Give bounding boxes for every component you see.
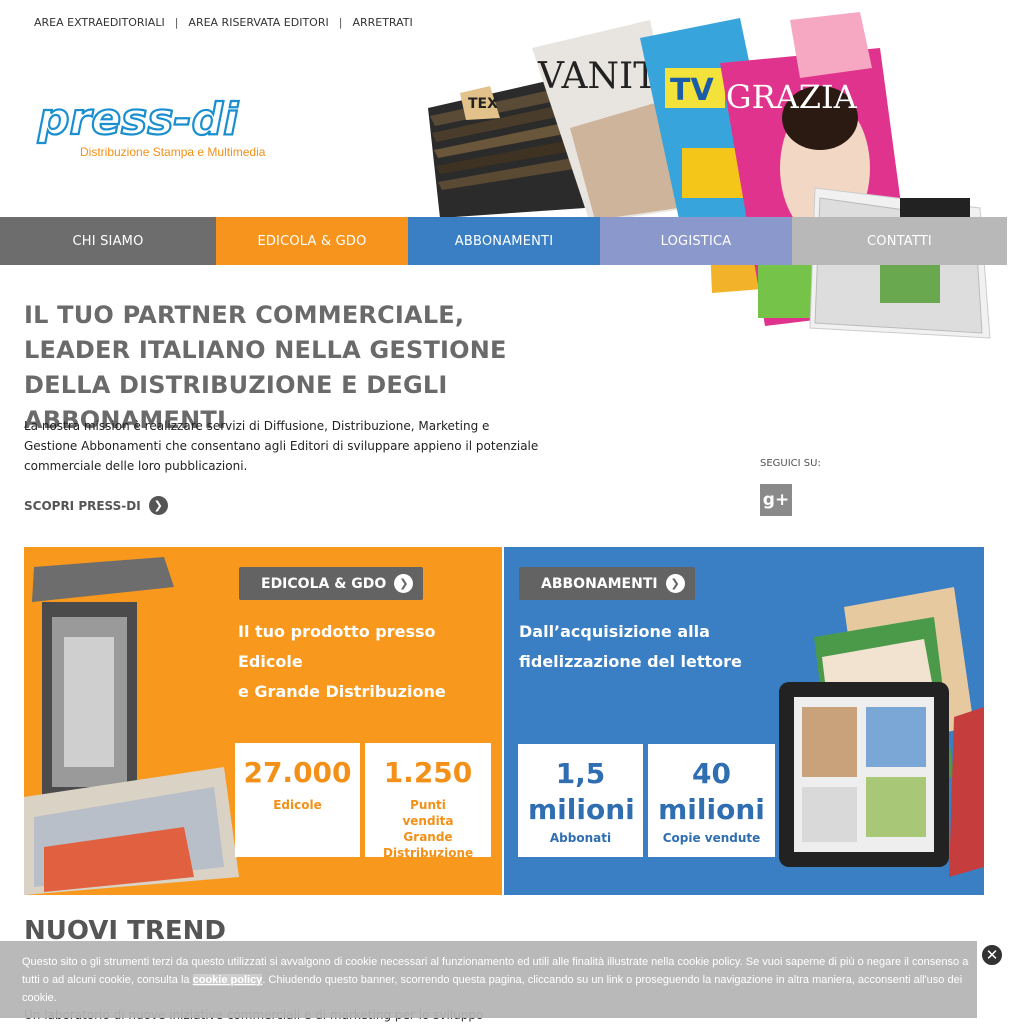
top-links: AREA EXTRAEDITORIALI | AREA RISERVATA ED… [34,16,413,29]
tex-title: TEX [468,96,498,112]
nav-chi-siamo[interactable]: CHI SIAMO [0,217,216,265]
main-nav: CHI SIAMO EDICOLA & GDO ABBONAMENTI LOGI… [0,217,1007,265]
cookie-banner: Questo sito o gli strumenti terzi da que… [0,941,977,1018]
stat-value: 1.250 [383,756,473,789]
edicola-panel: EDICOLA & GDO ❯ Il tuo prodotto presso E… [24,547,502,895]
mission-text: La nostra mission è realizzare servizi d… [24,419,539,473]
scopri-label: SCOPRI PRESS-DI [24,498,141,513]
top-link-arretrati[interactable]: ARRETRATI [352,16,412,29]
arrow-right-icon: ❯ [148,496,168,515]
cookie-policy-link[interactable]: cookie policy [192,974,263,986]
abbonamenti-button[interactable]: ABBONAMENTI ❯ [519,567,695,600]
scopri-press-di-link[interactable]: SCOPRI PRESS-DI ❯ [24,496,168,515]
abbonamenti-panel: ABBONAMENTI ❯ Dall’acquisizione alla fid… [504,547,984,895]
abbonamenti-subtitle: Dall’acquisizione alla fidelizzazione de… [519,617,742,677]
follow-us-label: SEGUICI SU: [760,458,821,469]
stat-abbonati: 1,5 milioni Abbonati [518,744,643,857]
stat-label: Punti vendita Grande Distribuzione [383,798,474,860]
separator: | [338,16,343,29]
stat-punti-vendita: 1.250 Punti vendita Grande Distribuzione [365,743,491,860]
small-magazine [790,12,872,78]
svg-text:TV: TV [670,73,714,108]
abbonamenti-button-label: ABBONAMENTI [541,575,658,592]
kiosk-image [24,547,254,895]
press-di-logo[interactable]: press-di Distribuzione Stampa e Multimed… [36,92,296,162]
stat-edicole: 27.000 Edicole [235,743,360,857]
stat-label: Abbonati [549,831,612,845]
cookie-text: Questo sito o gli strumenti terzi da que… [22,953,970,1007]
abbonamenti-subtitle-line1: Dall’acquisizione alla [519,622,710,641]
stat-value: 27.000 [243,756,352,789]
logo-text-press: press-di [37,94,239,145]
edicola-subtitle-line1: Il tuo prodotto presso Edicole [238,622,436,671]
separator: | [174,16,179,29]
grazia-title: GRAZIA [726,78,858,116]
stat-value: 1,5 milioni [528,757,635,826]
top-link-area-extraeditoriali[interactable]: AREA EXTRAEDITORIALI [34,16,165,29]
nav-logistica[interactable]: LOGISTICA [600,217,792,265]
nav-edicola-gdo[interactable]: EDICOLA & GDO [216,217,408,265]
stat-label: Copie vendute [662,831,761,845]
stat-label: Edicole [273,798,322,812]
edicola-subtitle: Il tuo prodotto presso Edicole e Grande … [238,617,502,707]
close-icon[interactable]: ✕ [980,943,1004,967]
arrow-right-icon: ❯ [665,574,685,593]
nav-abbonamenti[interactable]: ABBONAMENTI [408,217,600,265]
edicola-gdo-button[interactable]: EDICOLA & GDO ❯ [239,567,424,600]
logo-mark: press-di Distribuzione Stampa e Multimed… [36,93,266,159]
logo-tagline: Distribuzione Stampa e Multimedia [80,145,266,159]
stat-value: 40 milioni [658,757,765,826]
stat-copie-vendute: 40 milioni Copie vendute [648,744,775,857]
edicola-button-label: EDICOLA & GDO [261,575,387,592]
edicola-subtitle-line2: e Grande Distribuzione [238,682,446,701]
nav-contatti[interactable]: CONTATTI [792,217,1007,265]
tablet-magazines-image [779,587,984,877]
abbonamenti-subtitle-line2: fidelizzazione del lettore [519,652,742,671]
top-link-area-riservata[interactable]: AREA RISERVATA EDITORI [188,16,328,29]
arrow-right-icon: ❯ [394,574,414,593]
google-plus-icon[interactable]: g+ [760,484,792,516]
